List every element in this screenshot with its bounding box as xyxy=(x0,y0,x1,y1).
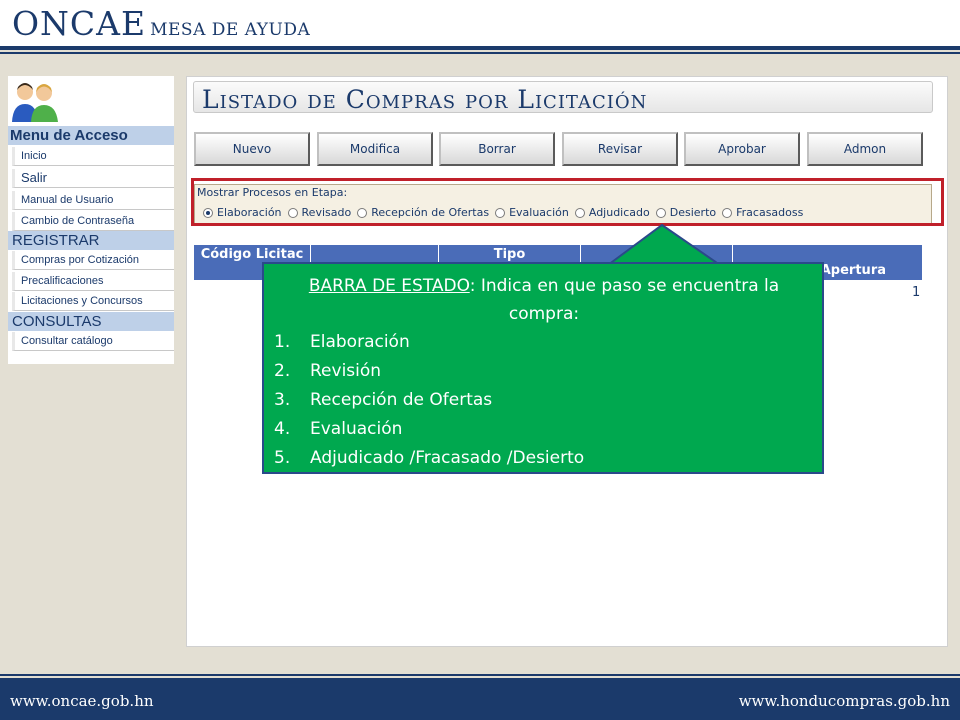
sidebar-item-password[interactable]: Cambio de Contraseña xyxy=(12,212,174,231)
callout-pointer xyxy=(608,223,724,266)
sidebar-item-inicio[interactable]: Inicio xyxy=(12,147,174,166)
sidebar: Menu de Acceso Inicio Salir Manual de Us… xyxy=(8,76,174,364)
list-label: Elaboración xyxy=(310,332,410,352)
sidebar-item-licitaciones[interactable]: Licitaciones y Concursos xyxy=(12,292,174,311)
list-label: Adjudicado /Fracasado /Desierto xyxy=(310,448,585,468)
callout-list-item: 3. Recepción de Ofertas xyxy=(274,386,584,415)
sidebar-item-salir[interactable]: Salir xyxy=(12,169,174,188)
brand-logo: ONCAE MESA DE AYUDA xyxy=(12,4,310,43)
register-header: REGISTRAR xyxy=(8,231,174,250)
page-number[interactable]: 1 xyxy=(912,285,920,300)
approve-button[interactable]: Aprobar xyxy=(684,132,800,166)
list-number: 4. xyxy=(274,419,291,439)
title-bar: Listado de Compras por Licitación xyxy=(193,81,933,114)
review-button[interactable]: Revisar xyxy=(562,132,678,166)
header-stripe xyxy=(0,46,960,50)
new-button[interactable]: Nuevo xyxy=(194,132,310,166)
list-label: Evaluación xyxy=(310,419,403,439)
admin-button[interactable]: Admon xyxy=(807,132,923,166)
status-bar-callout: BARRA DE ESTADO: Indica en que paso se e… xyxy=(262,262,824,474)
page-title: Listado de Compras por Licitación xyxy=(202,85,648,114)
callout-list-item: 5. Adjudicado /Fracasado /Desierto xyxy=(274,444,584,473)
footer-link-honducompras[interactable]: www.honducompras.gob.hn xyxy=(739,692,950,710)
list-label: Recepción de Ofertas xyxy=(310,390,493,410)
callout-list-item: 1. Elaboración xyxy=(274,328,584,357)
brand-name: ONCAE xyxy=(12,4,147,43)
sidebar-item-manual[interactable]: Manual de Usuario xyxy=(12,191,174,210)
footer-link-oncae[interactable]: www.oncae.gob.hn xyxy=(10,692,154,710)
callout-heading: BARRA DE ESTADO: Indica en que paso se e… xyxy=(274,272,814,328)
list-number: 3. xyxy=(274,390,291,410)
brand-subtitle: MESA DE AYUDA xyxy=(150,20,311,40)
sidebar-item-cotizacion[interactable]: Compras por Cotización xyxy=(12,251,174,270)
users-icon xyxy=(12,83,58,122)
consult-header: CONSULTAS xyxy=(8,312,174,331)
list-number: 1. xyxy=(274,332,291,352)
list-label: Revisión xyxy=(310,361,382,381)
sidebar-item-precalificaciones[interactable]: Precalificaciones xyxy=(12,272,174,291)
delete-button[interactable]: Borrar xyxy=(439,132,555,166)
callout-list-item: 4. Evaluación xyxy=(274,415,584,444)
callout-text: : Indica en que paso se encuentra la com… xyxy=(469,276,780,324)
callout-list: 1. Elaboración 2. Revisión 3. Recepción de … xyxy=(274,328,584,473)
menu-access-header: Menu de Acceso xyxy=(8,126,174,145)
callout-key: BARRA DE ESTADO xyxy=(308,276,470,296)
list-number: 2. xyxy=(274,361,291,381)
header-stripe-thin xyxy=(0,52,960,54)
header-bar: ONCAE MESA DE AYUDA xyxy=(0,0,960,50)
list-number: 5. xyxy=(274,448,291,468)
status-bar-highlight xyxy=(191,178,944,226)
modify-button[interactable]: Modifica xyxy=(317,132,433,166)
callout-list-item: 2. Revisión xyxy=(274,357,584,386)
sidebar-item-catalogo[interactable]: Consultar catálogo xyxy=(12,332,174,351)
footer-line xyxy=(0,674,960,676)
